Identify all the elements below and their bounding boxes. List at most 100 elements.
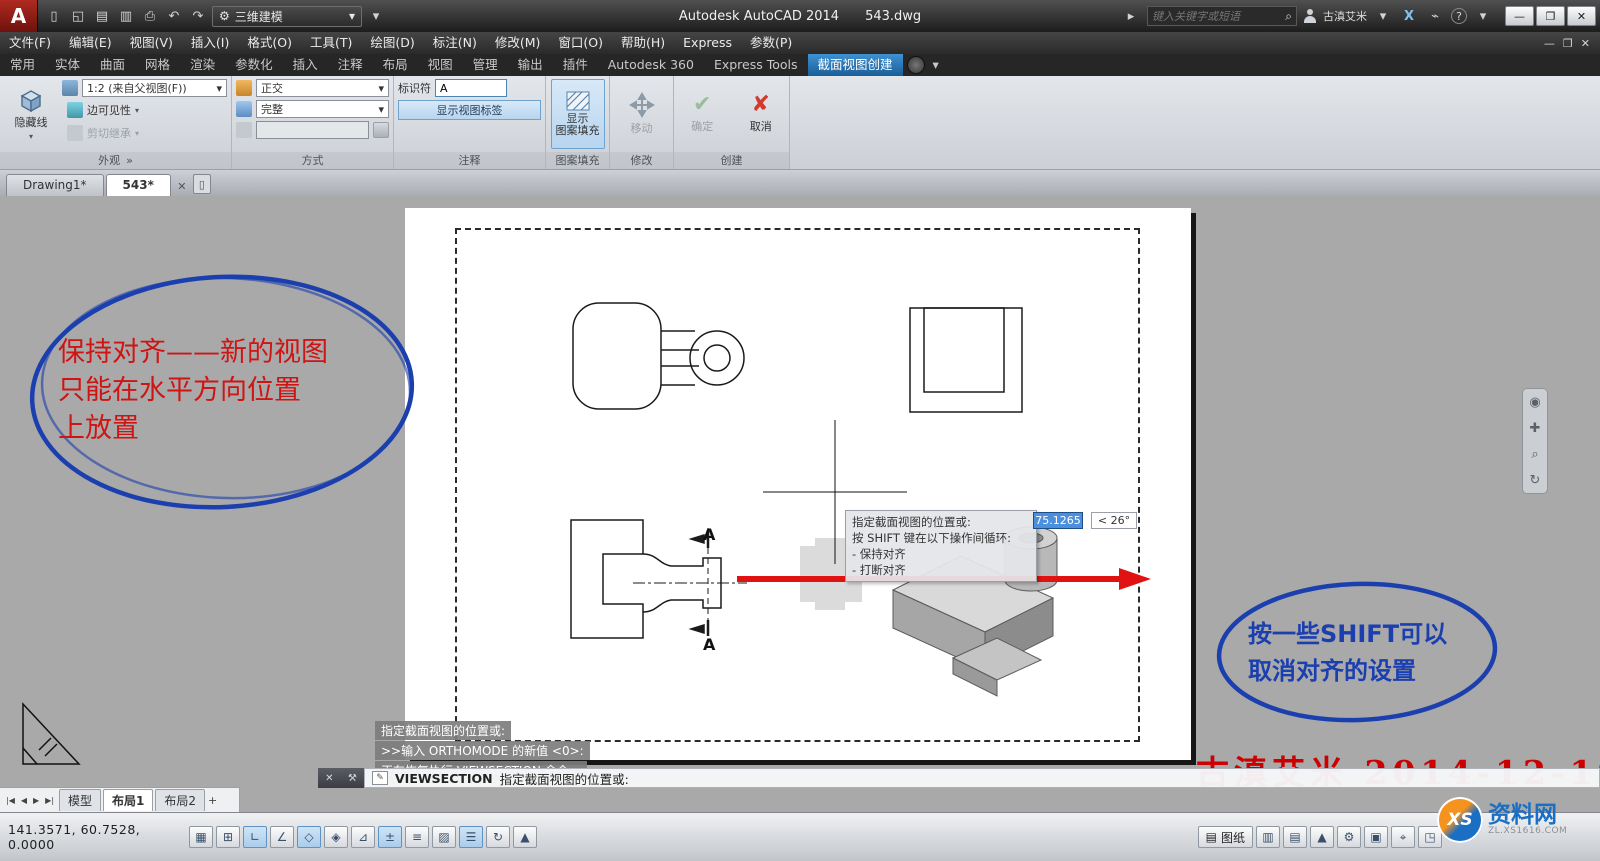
help-icon[interactable]: ?: [1451, 8, 1467, 24]
save-as-icon[interactable]: ▥: [116, 6, 136, 26]
command-close-icon[interactable]: ✕: [325, 773, 333, 784]
open-file-icon[interactable]: ◱: [68, 6, 88, 26]
angle-input[interactable]: < 26°: [1091, 512, 1137, 529]
undo-icon[interactable]: ↶: [164, 6, 184, 26]
cancel-button[interactable]: ✘ 取消: [737, 79, 786, 149]
selection-cycling-toggle[interactable]: ↻: [486, 826, 510, 848]
infocenter-arrow-icon[interactable]: ▸: [1121, 6, 1141, 26]
distance-input[interactable]: 75.1265: [1033, 512, 1083, 529]
minimize-button[interactable]: —: [1505, 6, 1534, 26]
tab-model[interactable]: 模型: [59, 789, 101, 811]
ribbon-tab-solid[interactable]: 实体: [45, 54, 90, 76]
grid-toggle[interactable]: ⊞: [216, 826, 240, 848]
file-tab-close-icon[interactable]: ✕: [173, 176, 191, 196]
orbit-icon[interactable]: ↻: [1530, 473, 1541, 488]
doc-restore-icon[interactable]: ❐: [1563, 37, 1573, 50]
quick-properties-toggle[interactable]: ☰: [459, 826, 483, 848]
qat-customize-icon[interactable]: ▾: [366, 6, 386, 26]
edge-visibility-button[interactable]: 边可见性 ▾: [62, 100, 227, 120]
paper-model-toggle[interactable]: ▤ 图纸: [1198, 826, 1253, 848]
workspace-selector[interactable]: ⚙ 三维建模 ▾: [212, 6, 362, 27]
show-hatch-button[interactable]: 显示 图案填充: [551, 79, 605, 149]
prev-layout-icon[interactable]: ◀: [18, 796, 30, 805]
new-file-icon[interactable]: ▯: [44, 6, 64, 26]
snap-toggle[interactable]: ▦: [189, 826, 213, 848]
dynamic-ucs-toggle[interactable]: ⊿: [351, 826, 375, 848]
ribbon-tab-mesh[interactable]: 网格: [135, 54, 180, 76]
ribbon-options-icon[interactable]: [907, 56, 925, 74]
save-icon[interactable]: ▤: [92, 6, 112, 26]
lineweight-toggle[interactable]: ≡: [405, 826, 429, 848]
hidden-lines-button[interactable]: 隐藏线 ▾: [4, 79, 58, 149]
exchange-apps-icon[interactable]: X: [1399, 6, 1419, 26]
osnap3d-toggle[interactable]: ◈: [324, 826, 348, 848]
plot-icon[interactable]: ⎙: [140, 6, 160, 26]
communication-center-icon[interactable]: ⌁: [1425, 6, 1445, 26]
restore-button[interactable]: ❐: [1536, 6, 1565, 26]
menu-item-dimension[interactable]: 标注(N): [424, 32, 486, 54]
last-layout-icon[interactable]: ▶|: [42, 796, 57, 805]
menu-item-draw[interactable]: 绘图(D): [361, 32, 423, 54]
menu-item-view[interactable]: 视图(V): [121, 32, 182, 54]
section-type-select[interactable]: 正交 ▾: [256, 79, 389, 97]
panel-hatch-label[interactable]: 图案填充: [546, 152, 609, 169]
tab-layout2[interactable]: 布局2: [155, 789, 205, 811]
show-view-label-button[interactable]: 显示视图标签: [398, 100, 541, 120]
pan-icon[interactable]: ✚: [1530, 421, 1541, 436]
zoom-icon[interactable]: ⌕: [1531, 447, 1538, 462]
menu-item-modify[interactable]: 修改(M): [486, 32, 550, 54]
ribbon-tab-parametric[interactable]: 参数化: [225, 54, 283, 76]
view-scale-select[interactable]: 1:2 (来自父视图(F)) ▾: [82, 79, 227, 97]
ribbon-tab-section-view-creation[interactable]: 截面视图创建: [808, 54, 903, 76]
ribbon-tab-manage[interactable]: 管理: [463, 54, 508, 76]
panel-annotation-label[interactable]: 注释: [394, 152, 545, 169]
isolate-objects-button[interactable]: ⌖: [1391, 826, 1415, 848]
new-drawing-tab-icon[interactable]: ▯: [193, 174, 211, 194]
polar-toggle[interactable]: ∠: [270, 826, 294, 848]
panel-method-label[interactable]: 方式: [232, 152, 393, 169]
command-line-handle[interactable]: ✕ ⚒: [318, 768, 364, 788]
dynamic-input-toggle[interactable]: ±: [378, 826, 402, 848]
close-button[interactable]: ✕: [1567, 6, 1596, 26]
menu-item-window[interactable]: 窗口(O): [549, 32, 612, 54]
menu-item-format[interactable]: 格式(O): [238, 32, 301, 54]
help-search[interactable]: ⌕: [1147, 6, 1297, 26]
command-tools-icon[interactable]: ⚒: [348, 773, 357, 784]
ribbon-tab-annotate[interactable]: 注释: [328, 54, 373, 76]
ribbon-tab-render[interactable]: 渲染: [180, 54, 225, 76]
search-input[interactable]: [1152, 10, 1285, 23]
menu-item-express[interactable]: Express: [674, 32, 741, 54]
menu-item-parametric[interactable]: 参数(P): [741, 32, 801, 54]
ribbon-tab-home[interactable]: 常用: [0, 54, 45, 76]
menu-item-file[interactable]: 文件(F): [0, 32, 60, 54]
first-layout-icon[interactable]: |◀: [3, 796, 18, 805]
osnap-toggle[interactable]: ◇: [297, 826, 321, 848]
ribbon-tab-output[interactable]: 输出: [508, 54, 553, 76]
doc-minimize-icon[interactable]: —: [1544, 37, 1555, 50]
tab-layout1[interactable]: 布局1: [103, 789, 153, 811]
panel-expand-icon[interactable]: »: [126, 153, 133, 169]
panel-create-label[interactable]: 创建: [674, 152, 789, 169]
quick-view-layouts-button[interactable]: ▥: [1256, 826, 1280, 848]
ok-button[interactable]: ✔ 确定: [678, 79, 727, 149]
doc-close-icon[interactable]: ✕: [1581, 37, 1590, 50]
ribbon-tab-autodesk360[interactable]: Autodesk 360: [598, 54, 704, 76]
quick-view-drawings-button[interactable]: ▤: [1283, 826, 1307, 848]
help-caret-icon[interactable]: ▾: [1473, 6, 1493, 26]
ribbon-tab-surface[interactable]: 曲面: [90, 54, 135, 76]
ribbon-tab-plugins[interactable]: 插件: [553, 54, 598, 76]
section-depth-select[interactable]: 完整 ▾: [256, 100, 389, 118]
ribbon-tab-view[interactable]: 视图: [418, 54, 463, 76]
lock-ui-button[interactable]: ▣: [1364, 826, 1388, 848]
move-button[interactable]: 移动: [615, 79, 669, 149]
signin-user-name[interactable]: 古滇艾米: [1323, 8, 1367, 24]
identifier-input[interactable]: [435, 79, 507, 97]
panel-modify-label[interactable]: 修改: [610, 152, 673, 169]
ribbon-tab-insert[interactable]: 插入: [283, 54, 328, 76]
search-icon[interactable]: ⌕: [1285, 9, 1292, 24]
ortho-toggle[interactable]: ∟: [243, 826, 267, 848]
depth-slider-icon[interactable]: [373, 122, 389, 138]
panel-appearance-label[interactable]: 外观 »: [0, 152, 231, 169]
menu-item-insert[interactable]: 插入(I): [182, 32, 238, 54]
new-layout-icon[interactable]: +: [205, 794, 220, 807]
